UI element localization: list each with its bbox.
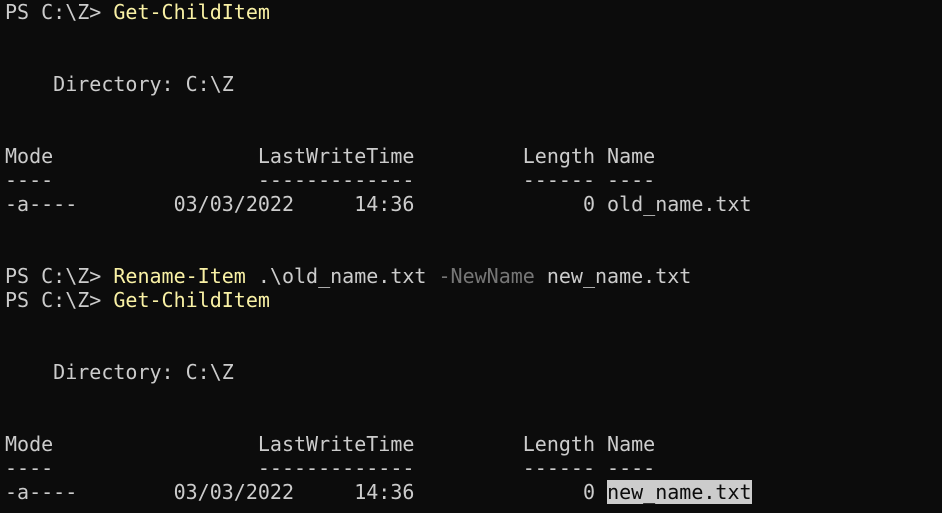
command-rename-item: Rename-Item xyxy=(113,264,246,288)
prompt-line: PS C:\Z> Get-ChildItem xyxy=(5,0,942,24)
prompt: PS C:\Z> xyxy=(5,264,114,288)
table-header-underline: ---- ------------- ------ ---- xyxy=(5,168,656,192)
table-header: Mode LastWriteTime Length Name xyxy=(5,144,656,168)
prompt: PS C:\Z> xyxy=(5,288,114,312)
table-row-prefix: -a---- 03/03/2022 14:36 0 xyxy=(5,480,608,504)
directory-header: Directory: C:\Z xyxy=(5,360,234,384)
directory-header: Directory: C:\Z xyxy=(5,72,234,96)
prompt-line: PS C:\Z> Get-ChildItem xyxy=(5,288,942,312)
table-header-underline: ---- ------------- ------ ---- xyxy=(5,456,656,480)
command-parameter-newname: -NewName xyxy=(438,264,535,288)
table-row: -a---- 03/03/2022 14:36 0 new_name.txt xyxy=(5,480,942,504)
command-get-childitem: Get-ChildItem xyxy=(113,0,270,24)
prompt-line: PS C:\Z> Rename-Item .\old_name.txt -New… xyxy=(5,264,942,288)
table-row: -a---- 03/03/2022 14:36 0 old_name.txt xyxy=(5,192,752,216)
command-argument-newname: new_name.txt xyxy=(534,264,692,288)
prompt: PS C:\Z> xyxy=(5,0,114,24)
table-header: Mode LastWriteTime Length Name xyxy=(5,432,656,456)
terminal-window[interactable]: PS C:\Z> Get-ChildItem Directory: C:\Z M… xyxy=(0,0,942,513)
command-get-childitem: Get-ChildItem xyxy=(113,288,270,312)
command-argument-path: .\old_name.txt xyxy=(245,264,439,288)
selected-text[interactable]: new_name.txt xyxy=(607,480,752,504)
